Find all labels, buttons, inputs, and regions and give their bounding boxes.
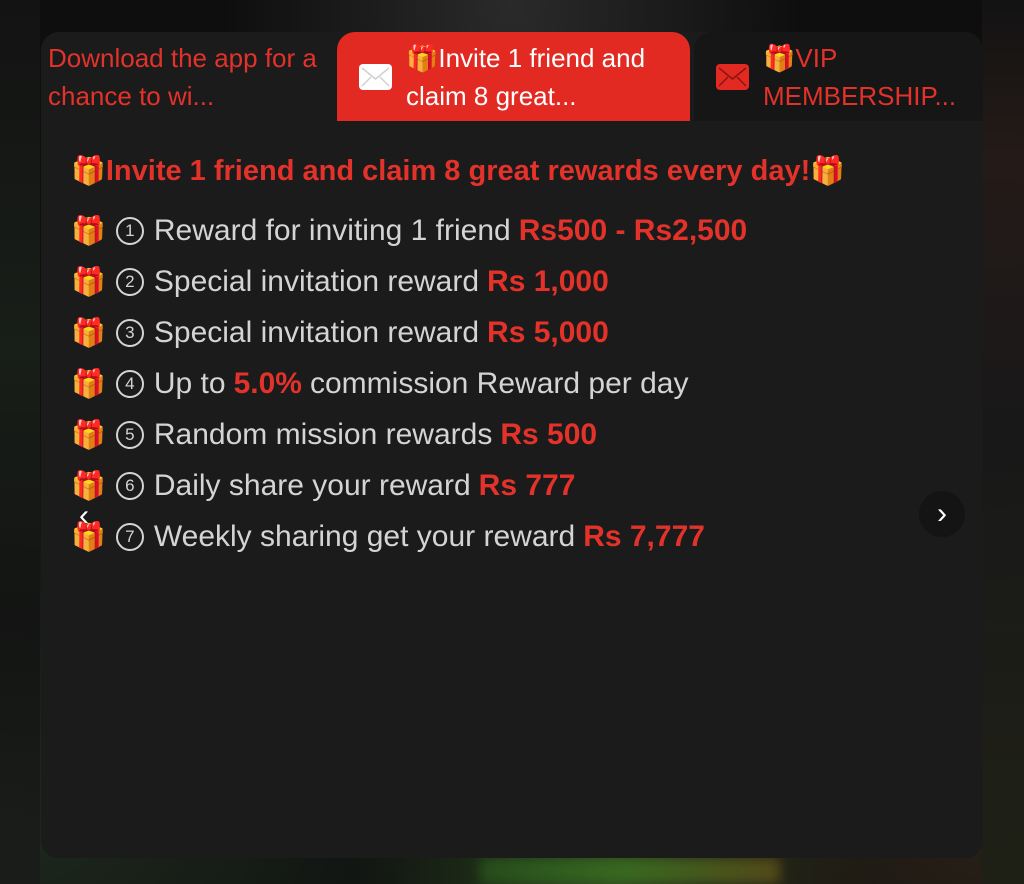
tab-label: Download the app for a chance to wi...: [48, 42, 317, 111]
reward-text: Daily share your reward: [153, 468, 471, 502]
headline-text: Invite 1 friend and claim 8 great reward…: [105, 155, 811, 187]
reward-number: 4: [115, 369, 144, 398]
reward-number: 5: [115, 420, 144, 449]
reward-amount: Rs 5,000: [487, 315, 609, 349]
reward-text-after: commission Reward per day: [309, 366, 689, 400]
mail-icon: [359, 63, 392, 90]
gift-icon: 🎁: [71, 417, 106, 451]
reward-item: 🎁 2 Special invitation reward Rs 1,000: [71, 256, 747, 307]
tab-bar: Download the app for a chance to wi... 🎁…: [41, 32, 983, 121]
tab-invite-friend[interactable]: 🎁Invite 1 friend and claim 8 great...: [337, 32, 690, 121]
reward-list: 🎁 1 Reward for inviting 1 friend Rs500 -…: [71, 205, 747, 562]
background-blur-left: [0, 0, 40, 884]
reward-amount: Rs500 - Rs2,500: [518, 213, 748, 247]
promotion-modal: Download the app for a chance to wi... 🎁…: [41, 32, 983, 858]
reward-amount: Rs 777: [478, 468, 576, 502]
reward-amount: Rs 7,777: [583, 519, 705, 553]
reward-item: 🎁 6 Daily share your reward Rs 777: [71, 460, 747, 511]
reward-item: 🎁 1 Reward for inviting 1 friend Rs500 -…: [71, 205, 747, 256]
next-arrow-icon[interactable]: ›: [919, 491, 965, 537]
reward-amount: Rs 1,000: [487, 264, 609, 298]
gift-icon: 🎁: [810, 154, 846, 187]
reward-amount: Rs 500: [500, 417, 598, 451]
reward-number: 6: [115, 471, 144, 500]
tab-content: 🎁Invite 1 friend and claim 8 great rewar…: [41, 121, 983, 858]
tab-vip-membership[interactable]: 🎁VIP MEMBERSHIP...: [694, 32, 983, 121]
reward-number: 3: [115, 318, 144, 347]
background-glow: [480, 858, 780, 884]
reward-text: Reward for inviting 1 friend: [153, 213, 511, 247]
gift-icon: 🎁: [71, 468, 106, 502]
reward-text: Weekly sharing get your reward: [153, 519, 576, 553]
promo-headline: 🎁Invite 1 friend and claim 8 great rewar…: [71, 155, 845, 188]
reward-item: 🎁 5 Random mission rewards Rs 500: [71, 409, 747, 460]
background-blur-right: [982, 0, 1024, 884]
gift-icon: 🎁: [71, 154, 106, 187]
reward-item: 🎁 4 Up to 5.0% commission Reward per day: [71, 358, 747, 409]
gift-icon: 🎁: [71, 213, 106, 247]
previous-arrow-icon[interactable]: ‹: [67, 499, 101, 533]
reward-number: 7: [115, 522, 144, 551]
tab-label: 🎁Invite 1 friend and claim 8 great...: [406, 42, 646, 111]
reward-amount: 5.0%: [233, 366, 302, 400]
reward-number: 2: [115, 267, 144, 296]
reward-item: 🎁 7 Weekly sharing get your reward Rs 7,…: [71, 511, 747, 562]
tab-download-app[interactable]: Download the app for a chance to wi...: [41, 32, 337, 121]
tab-label: 🎁VIP MEMBERSHIP...: [763, 42, 957, 111]
reward-text-before: Up to: [153, 366, 226, 400]
reward-text: Random mission rewards: [153, 417, 493, 451]
mail-icon: [716, 63, 749, 90]
reward-text: Special invitation reward: [153, 264, 480, 298]
gift-icon: 🎁: [71, 366, 106, 400]
reward-text: Special invitation reward: [153, 315, 480, 349]
gift-icon: 🎁: [71, 315, 106, 349]
reward-item: 🎁 3 Special invitation reward Rs 5,000: [71, 307, 747, 358]
gift-icon: 🎁: [71, 264, 106, 298]
reward-number: 1: [115, 216, 144, 245]
